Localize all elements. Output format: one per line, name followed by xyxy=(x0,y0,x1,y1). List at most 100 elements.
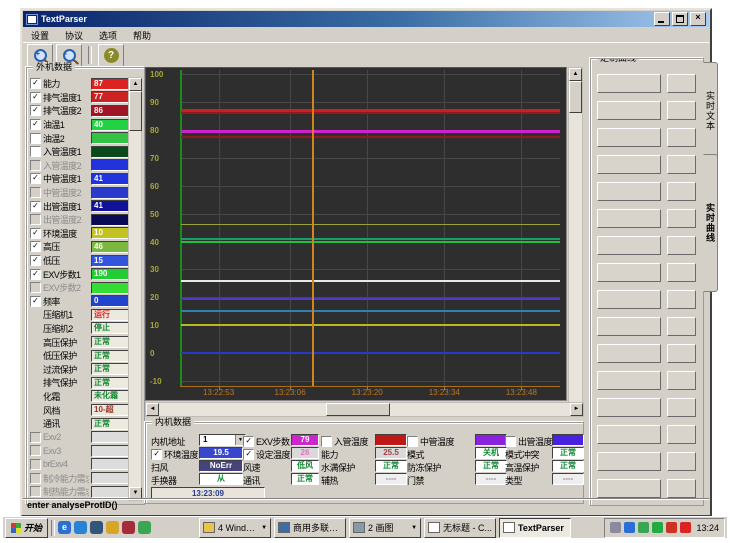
curve-value-field[interactable] xyxy=(667,209,696,228)
curve-name-field[interactable] xyxy=(597,290,661,309)
curve-value-field[interactable] xyxy=(667,236,696,255)
curve-value-field[interactable] xyxy=(667,425,696,444)
curve-value-field[interactable] xyxy=(667,101,696,120)
curve-name-field[interactable] xyxy=(597,317,661,336)
curve-name-field[interactable] xyxy=(597,371,661,390)
curve-name-field[interactable] xyxy=(597,425,661,444)
curve-value-field[interactable] xyxy=(667,128,696,147)
media-icon[interactable] xyxy=(106,521,119,534)
chart-scroll-up-icon[interactable]: ▲ xyxy=(569,68,582,81)
chart-scroll-right-icon[interactable]: ► xyxy=(570,403,583,416)
security-icon[interactable] xyxy=(122,521,135,534)
curve-value-field[interactable] xyxy=(667,290,696,309)
curve-name-field[interactable] xyxy=(597,209,661,228)
checkbox-低压[interactable]: ✓ xyxy=(30,255,41,266)
taskbar-button-4 Windows ...[interactable]: 4 Windows ...▼ xyxy=(199,518,271,538)
curve-name-field[interactable] xyxy=(597,452,661,471)
checkbox-出管温度1[interactable]: ✓ xyxy=(30,201,41,212)
curve-value-field[interactable] xyxy=(667,182,696,201)
chart-horizontal-scrollbar[interactable]: ◄ ► xyxy=(145,402,584,417)
curve-value-field[interactable] xyxy=(667,371,696,390)
curve-value-field[interactable] xyxy=(667,398,696,417)
desktop-icon[interactable] xyxy=(90,521,103,534)
checkbox-环境温度[interactable]: ✓ xyxy=(151,449,162,460)
tab-实时文本[interactable]: 实时文本 xyxy=(703,62,718,160)
checkbox-能力[interactable]: ✓ xyxy=(30,78,41,89)
restore-button[interactable] xyxy=(672,12,688,26)
tab-实时曲线[interactable]: 实时曲线 xyxy=(703,154,718,292)
checkbox-Exv2[interactable] xyxy=(30,432,41,443)
curve-name-field[interactable] xyxy=(597,398,661,417)
power-icon[interactable] xyxy=(680,522,691,533)
indoor-address-dropdown[interactable]: 1▼ xyxy=(199,434,246,446)
ie-icon[interactable]: e xyxy=(58,521,71,534)
checkbox-环境温度[interactable]: ✓ xyxy=(30,228,41,239)
checkbox-排气温度1[interactable]: ✓ xyxy=(30,92,41,103)
menu-item-3[interactable]: 选项 xyxy=(91,28,125,43)
checkbox-入管温度[interactable] xyxy=(321,436,332,447)
menu-item-1[interactable]: 设置 xyxy=(23,28,57,43)
curve-name-field[interactable] xyxy=(597,101,661,120)
curve-value-field[interactable] xyxy=(667,452,696,471)
checkbox-中管温度[interactable] xyxy=(407,436,418,447)
scroll-up-icon[interactable]: ▲ xyxy=(129,78,142,91)
checkbox-EXV步数2[interactable] xyxy=(30,282,41,293)
close-button[interactable]: × xyxy=(690,12,706,26)
taskbar-button-商用多联机...[interactable]: 商用多联机... xyxy=(274,518,346,538)
trend-chart[interactable]: 1009080706050403020100-1013:22:5313:23:0… xyxy=(145,67,567,401)
checkbox-brExv4[interactable] xyxy=(30,459,41,470)
checkbox-油温1[interactable]: ✓ xyxy=(30,119,41,130)
checkbox-频率[interactable]: ✓ xyxy=(30,296,41,307)
update-icon[interactable] xyxy=(638,522,649,533)
checkbox-中管温度1[interactable]: ✓ xyxy=(30,173,41,184)
checkbox-高压[interactable]: ✓ xyxy=(30,241,41,252)
curve-name-field[interactable] xyxy=(597,479,661,498)
checkbox-油温2[interactable] xyxy=(30,133,41,144)
messenger-icon[interactable] xyxy=(624,522,635,533)
printer-icon[interactable] xyxy=(610,522,621,533)
curve-name-field[interactable] xyxy=(597,182,661,201)
checkbox-出管温度2[interactable] xyxy=(30,214,41,225)
alert-icon[interactable] xyxy=(666,522,677,533)
curve-value-field[interactable] xyxy=(667,155,696,174)
curve-value-field[interactable] xyxy=(667,317,696,336)
curve-value-field[interactable] xyxy=(667,344,696,363)
checkbox-中管温度2[interactable] xyxy=(30,187,41,198)
checkbox-设定温度[interactable]: ✓ xyxy=(243,449,254,460)
clock[interactable]: 13:24 xyxy=(694,523,719,533)
checkbox-出管温度[interactable] xyxy=(505,436,516,447)
time-cursor[interactable] xyxy=(312,70,314,386)
curve-name-field[interactable] xyxy=(597,344,661,363)
chart-vertical-scrollbar[interactable]: ▲ ▼ xyxy=(568,67,583,417)
menu-item-2[interactable]: 协议 xyxy=(57,28,91,43)
monitor-icon[interactable] xyxy=(652,522,663,533)
help-button[interactable]: ? xyxy=(98,44,124,67)
checkbox-制冷能力需求[interactable] xyxy=(30,473,41,484)
curve-value-field[interactable] xyxy=(667,74,696,93)
curve-name-field[interactable] xyxy=(597,263,661,282)
outdoor-scrollbar[interactable]: ▲ ▼ xyxy=(128,77,142,501)
curve-name-field[interactable] xyxy=(597,236,661,255)
curve-name-field[interactable] xyxy=(597,128,661,147)
curve-value-field[interactable] xyxy=(667,479,696,498)
menu-item-4[interactable]: 帮助 xyxy=(125,28,159,43)
curve-value-field[interactable] xyxy=(667,263,696,282)
checkbox-Exv3[interactable] xyxy=(30,445,41,456)
taskbar-button-TextParser[interactable]: TextParser xyxy=(499,518,571,538)
taskbar-button-2 画图[interactable]: 2 画图▼ xyxy=(349,518,421,538)
outlook-icon[interactable] xyxy=(74,521,87,534)
msn-icon[interactable] xyxy=(138,521,151,534)
taskbar-group-arrow-icon[interactable]: ▼ xyxy=(411,525,417,531)
minimize-button[interactable] xyxy=(654,12,670,26)
start-button[interactable]: 开始 xyxy=(5,518,48,538)
curve-name-field[interactable] xyxy=(597,74,661,93)
taskbar-button-无标题 - C...[interactable]: 无标题 - C... xyxy=(424,518,496,538)
chart-scroll-left-icon[interactable]: ◄ xyxy=(146,403,159,416)
checkbox-制热能力需求[interactable] xyxy=(30,486,41,497)
taskbar-group-arrow-icon[interactable]: ▼ xyxy=(261,525,267,531)
checkbox-入管温度2[interactable] xyxy=(30,160,41,171)
checkbox-排气温度2[interactable]: ✓ xyxy=(30,105,41,116)
curve-name-field[interactable] xyxy=(597,155,661,174)
checkbox-EXV步数1[interactable]: ✓ xyxy=(30,269,41,280)
checkbox-EXV步数[interactable]: ✓ xyxy=(243,436,254,447)
